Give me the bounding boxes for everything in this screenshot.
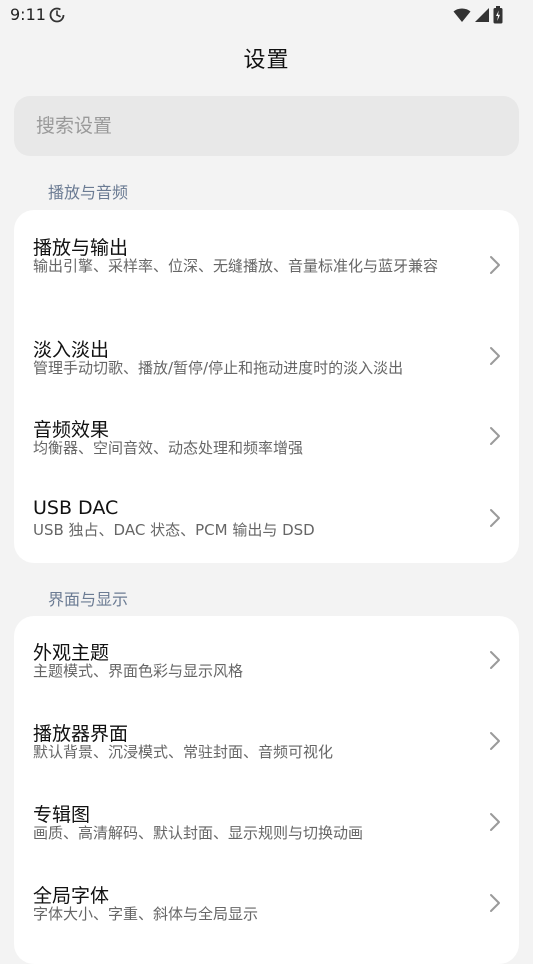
search-box[interactable] xyxy=(14,96,519,156)
settings-item-album-art[interactable]: 专辑图 画质、高清解码、默认封面、显示规则与切换动画 xyxy=(14,782,519,863)
status-time: 9:11 xyxy=(10,5,46,24)
item-desc: 均衡器、空间音效、动态处理和频率增强 xyxy=(33,439,304,457)
item-desc: USB 独占、DAC 状态、PCM 输出与 DSD xyxy=(33,521,315,539)
status-bar: 9:11 xyxy=(0,0,533,30)
wifi-icon xyxy=(453,8,471,22)
section-header-interface-display: 界面与显示 xyxy=(48,590,129,609)
item-desc: 画质、高清解码、默认封面、显示规则与切换动画 xyxy=(33,824,364,842)
settings-item-appearance-theme[interactable]: 外观主题 主题模式、界面色彩与显示风格 xyxy=(14,616,519,701)
item-title: 淡入淡出 xyxy=(33,339,110,361)
item-title: 播放器界面 xyxy=(33,723,129,745)
settings-item-playback-output[interactable]: 播放与输出 输出引擎、采样率、位深、无缝播放、音量标准化与蓝牙兼容 xyxy=(14,210,519,318)
chevron-right-icon xyxy=(490,813,500,831)
settings-card-interface-display: 外观主题 主题模式、界面色彩与显示风格 播放器界面 默认背景、沉浸模式、常驻封面… xyxy=(14,616,519,964)
item-desc: 字体大小、字重、斜体与全局显示 xyxy=(33,905,259,923)
settings-card-playback-audio: 播放与输出 输出引擎、采样率、位深、无缝播放、音量标准化与蓝牙兼容 淡入淡出 管… xyxy=(14,210,519,563)
item-desc: 管理手动切歌、播放/暂停/停止和拖动进度时的淡入淡出 xyxy=(33,359,404,377)
signal-icon xyxy=(475,8,489,22)
settings-item-fade[interactable]: 淡入淡出 管理手动切歌、播放/暂停/停止和拖动进度时的淡入淡出 xyxy=(14,318,519,398)
item-title: 外观主题 xyxy=(33,642,110,664)
chevron-right-icon xyxy=(490,732,500,750)
chevron-right-icon xyxy=(490,427,500,445)
settings-item-audio-effects[interactable]: 音频效果 均衡器、空间音效、动态处理和频率增强 xyxy=(14,398,519,480)
chevron-right-icon xyxy=(490,256,500,274)
status-icons xyxy=(453,6,503,24)
item-title: 音频效果 xyxy=(33,419,110,441)
settings-item-global-font[interactable]: 全局字体 字体大小、字重、斜体与全局显示 xyxy=(14,863,519,964)
battery-icon xyxy=(493,6,503,24)
item-title: USB DAC xyxy=(33,497,119,519)
item-desc: 输出引擎、采样率、位深、无缝播放、音量标准化与蓝牙兼容 xyxy=(33,257,439,275)
section-header-playback-audio: 播放与音频 xyxy=(48,183,129,202)
chevron-right-icon xyxy=(490,894,500,912)
item-desc: 主题模式、界面色彩与显示风格 xyxy=(33,662,244,680)
item-title: 专辑图 xyxy=(33,804,91,826)
chevron-right-icon xyxy=(490,347,500,365)
sync-icon xyxy=(49,7,65,23)
chevron-right-icon xyxy=(490,509,500,527)
search-input[interactable] xyxy=(34,114,498,138)
settings-item-player-interface[interactable]: 播放器界面 默认背景、沉浸模式、常驻封面、音频可视化 xyxy=(14,701,519,782)
settings-item-usb-dac[interactable]: USB DAC USB 独占、DAC 状态、PCM 输出与 DSD xyxy=(14,480,519,563)
chevron-right-icon xyxy=(490,651,500,669)
item-desc: 默认背景、沉浸模式、常驻封面、音频可视化 xyxy=(33,743,334,761)
item-title: 播放与输出 xyxy=(33,237,129,259)
item-title: 全局字体 xyxy=(33,885,110,907)
page-title: 设置 xyxy=(243,48,290,73)
